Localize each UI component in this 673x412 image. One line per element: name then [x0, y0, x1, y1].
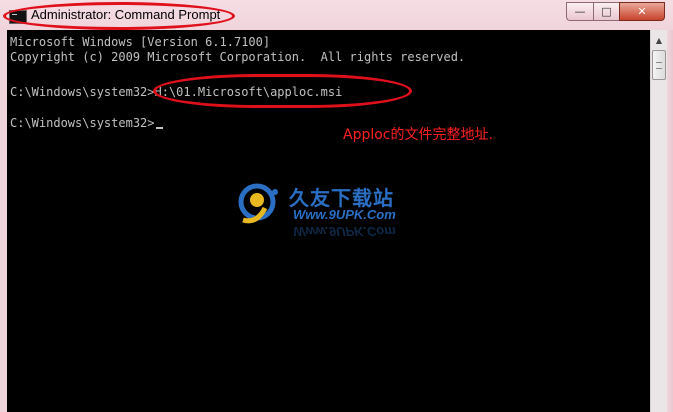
- minimize-button[interactable]: —: [566, 2, 593, 21]
- maximize-button[interactable]: □: [593, 2, 619, 21]
- console-line-copyright: Copyright (c) 2009 Microsoft Corporation…: [10, 50, 466, 64]
- window-frame-right: [667, 30, 673, 412]
- watermark-logo-icon: [238, 183, 278, 224]
- scrollbar-thumb[interactable]: [652, 50, 666, 80]
- close-icon: ✕: [637, 5, 647, 18]
- annotation-text: Apploc的文件完整地址.: [343, 127, 493, 143]
- command-prompt-window: Administrator: Command Prompt — □ ✕ Micr…: [0, 0, 673, 412]
- console-line-prompt[interactable]: C:\Windows\system32>: [10, 116, 163, 130]
- title-bar[interactable]: Administrator: Command Prompt — □ ✕: [0, 0, 673, 30]
- minimize-icon: —: [574, 5, 586, 18]
- watermark-url-reflection: Www.9UPK.Com: [293, 224, 396, 239]
- vertical-scrollbar[interactable]: ▲: [650, 30, 667, 412]
- title-highlight-ellipse: [3, 2, 235, 30]
- prompt-text: C:\Windows\system32>: [10, 116, 155, 130]
- command-highlight-ellipse: [153, 74, 412, 108]
- maximize-icon: □: [601, 5, 612, 18]
- text-cursor: [155, 127, 163, 129]
- watermark: 久友下载站 Www.9UPK.Com Www.9UPK.Com: [235, 178, 435, 239]
- watermark-url: Www.9UPK.Com: [293, 207, 396, 222]
- scroll-up-button[interactable]: ▲: [652, 32, 666, 48]
- console-line-version: Microsoft Windows [Version 6.1.7100]: [10, 35, 271, 49]
- console-output[interactable]: Microsoft Windows [Version 6.1.7100] Cop…: [7, 30, 650, 412]
- close-button[interactable]: ✕: [619, 2, 665, 21]
- caption-buttons: — □ ✕: [566, 2, 665, 22]
- arrow-up-icon: ▲: [655, 35, 663, 45]
